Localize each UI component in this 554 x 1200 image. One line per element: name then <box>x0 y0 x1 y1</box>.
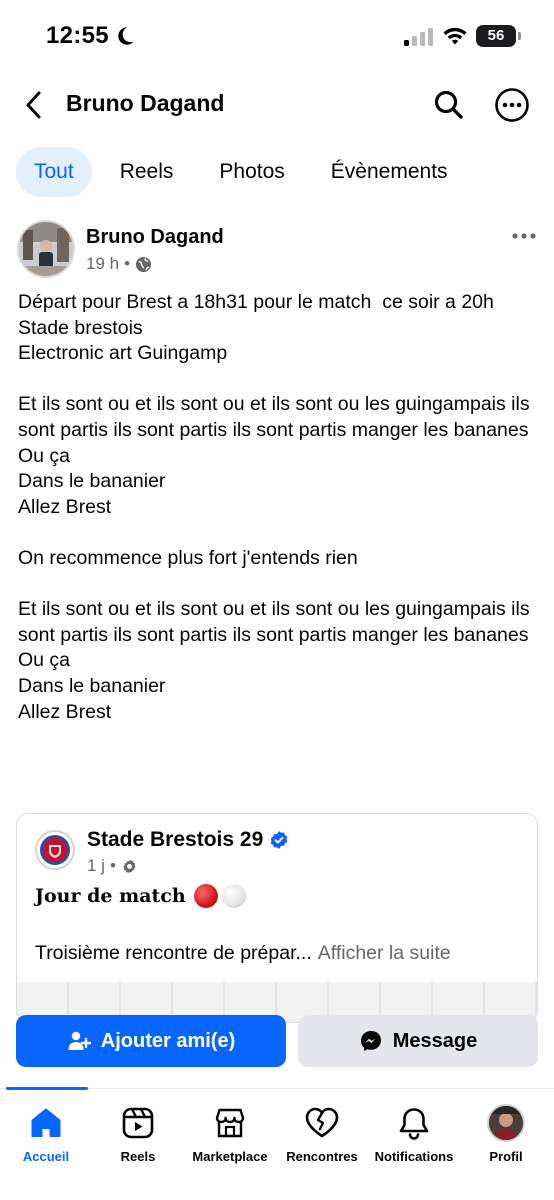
gear-icon <box>123 858 136 874</box>
shared-snippet-text: Troisième rencontre de prépar... <box>35 942 312 964</box>
messenger-icon <box>360 1031 381 1051</box>
red-circle-emoji <box>193 884 218 908</box>
shared-post-meta: 1 j • <box>87 856 138 876</box>
back-button[interactable] <box>18 86 50 124</box>
stade-brestois-logo <box>40 835 70 865</box>
globe-icon <box>135 256 152 272</box>
more-dots-icon <box>512 233 536 239</box>
battery-icon: 56 <box>476 25 521 47</box>
nav-accueil-label: Accueil <box>22 1149 70 1164</box>
profile-header: Bruno Dagand <box>0 80 554 130</box>
signal-icon <box>404 28 433 46</box>
wifi-icon <box>443 27 467 45</box>
message-button[interactable]: Message <box>298 1015 538 1067</box>
active-tab-indicator <box>6 1087 88 1090</box>
reels-icon <box>118 1103 158 1143</box>
page-logo[interactable] <box>35 830 75 870</box>
avatar-photo <box>19 222 73 276</box>
add-friend-icon <box>68 1031 91 1050</box>
nav-reels-label: Reels <box>120 1149 156 1164</box>
shared-post-card[interactable]: Stade Brestois 29 1 j • Jour de match Tr… <box>16 813 538 1023</box>
status-time: 12:55 <box>46 22 109 49</box>
add-friend-button[interactable]: Ajouter ami(e) <box>16 1015 286 1067</box>
post-text: Départ pour Brest a 18h31 pour le match … <box>18 291 530 723</box>
tab-evenements[interactable]: Évènements <box>313 147 466 197</box>
status-bar: 12:55 56 <box>0 0 554 72</box>
see-more-link[interactable]: Afficher la suite <box>318 942 451 964</box>
profile-tabs: Tout Reels Photos Évènements <box>16 146 476 198</box>
nav-marketplace[interactable]: Marketplace <box>184 1101 276 1171</box>
shared-headline: Jour de match <box>35 884 246 908</box>
nav-marketplace-label: Marketplace <box>192 1149 268 1164</box>
shared-snippet: Troisième rencontre de prépar... Afficher… <box>35 942 451 965</box>
post-more-button[interactable] <box>508 226 540 246</box>
verified-badge-icon <box>270 831 288 849</box>
tab-tout[interactable]: Tout <box>16 147 92 197</box>
nav-reels[interactable]: Reels <box>92 1101 184 1171</box>
back-arrow-icon <box>26 91 41 119</box>
meta-separator: • <box>124 254 131 273</box>
nav-profil[interactable]: Profil <box>460 1101 552 1171</box>
nav-profil-label: Profil <box>489 1149 523 1164</box>
home-icon <box>26 1103 66 1143</box>
more-options-button[interactable] <box>493 86 531 124</box>
add-friend-label: Ajouter ami(e) <box>100 1029 236 1052</box>
battery-level: 56 <box>487 27 505 44</box>
post-meta: 19 h • <box>86 254 152 274</box>
search-button[interactable] <box>430 86 468 124</box>
tab-photos[interactable]: Photos <box>201 147 302 197</box>
author-avatar[interactable] <box>17 220 75 278</box>
bell-icon <box>394 1103 434 1143</box>
shared-page-name[interactable]: Stade Brestois 29 <box>87 828 289 852</box>
dating-heart-icon <box>302 1103 342 1143</box>
bottom-navigation: Accueil Reels Marketplace Rencontres Not… <box>0 1087 554 1200</box>
nav-rencontres[interactable]: Rencontres <box>276 1101 368 1171</box>
shared-headline-text: Jour de match <box>35 885 186 907</box>
white-circle-emoji <box>221 884 246 908</box>
post-time: 19 h <box>86 254 120 273</box>
marketplace-icon <box>210 1103 250 1143</box>
post-author[interactable]: Bruno Dagand <box>86 226 224 249</box>
shared-page-name-text: Stade Brestois 29 <box>87 828 264 851</box>
profile-avatar <box>486 1103 526 1143</box>
search-icon <box>434 90 463 119</box>
more-horizontal-icon <box>495 88 529 122</box>
shared-meta-separator: • <box>109 856 116 875</box>
nav-notifications[interactable]: Notifications <box>368 1101 460 1171</box>
page-title: Bruno Dagand <box>66 90 225 116</box>
message-label: Message <box>392 1029 478 1052</box>
profile-actions: Ajouter ami(e) Message <box>16 1015 538 1067</box>
nav-rencontres-label: Rencontres <box>286 1149 358 1164</box>
nav-accueil[interactable]: Accueil <box>0 1101 92 1171</box>
nav-notifications-label: Notifications <box>374 1149 454 1164</box>
moon-icon <box>118 27 134 45</box>
tab-reels[interactable]: Reels <box>102 147 192 197</box>
shared-post-time: 1 j <box>87 856 105 875</box>
